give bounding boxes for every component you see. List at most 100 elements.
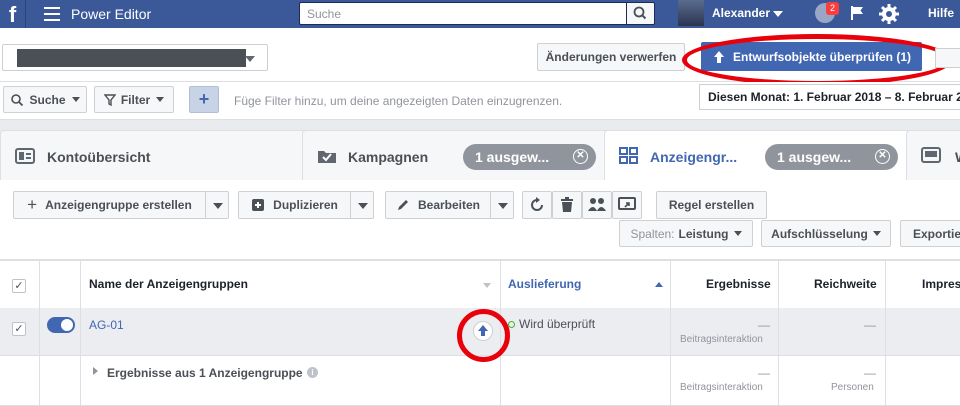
summary-reach-metric-label: Personen (831, 382, 874, 393)
row-status-toggle[interactable] (47, 317, 75, 333)
chevron-down-icon[interactable] (483, 283, 491, 288)
tab-campaigns[interactable]: Kampagnen 1 ausgew... ✕ (302, 130, 612, 180)
create-rule-button[interactable]: Regel erstellen (656, 191, 767, 219)
tab-ads[interactable]: W (906, 130, 960, 180)
columns-label: Spalten: (630, 226, 675, 241)
funnel-icon (103, 93, 116, 106)
chevron-right-icon[interactable] (93, 367, 98, 375)
tab-label: Kontoübersicht (47, 149, 151, 165)
results-metric-label: Beitragsinteraktion (680, 334, 763, 345)
filter-hint: Füge Filter hinzu, um deine angezeigten … (234, 94, 563, 108)
info-icon[interactable]: i (307, 367, 318, 378)
column-header-delivery[interactable]: Auslieferung (508, 277, 581, 291)
divider (0, 260, 960, 261)
breakdown-dropdown[interactable]: Aufschlüsselung (761, 220, 891, 247)
discard-changes-button[interactable]: Änderungen verwerfen (537, 43, 685, 71)
tab-label: W (955, 149, 960, 165)
selection-pill[interactable]: 1 ausgew... ✕ (463, 144, 596, 170)
date-range-picker[interactable]: Diesen Monat: 1. Februar 2018 – 8. Febru… (699, 84, 960, 110)
search-input[interactable]: Suche (299, 2, 627, 25)
create-ad-set-label: Anzeigengruppe erstellen (45, 198, 192, 212)
columns-dropdown[interactable]: Spalten: Leistung (619, 220, 753, 247)
status-dot (508, 321, 515, 328)
folder-icon (318, 151, 336, 163)
filter-button[interactable]: Filter (94, 86, 174, 113)
help-link[interactable]: Hilfe (928, 6, 954, 20)
close-icon[interactable]: ✕ (875, 149, 890, 164)
select-all-checkbox[interactable]: ✓ (12, 279, 26, 293)
chevron-down-icon (733, 231, 742, 236)
ad-sets-table: ✓ Name der Anzeigengruppen Auslieferung … (0, 260, 960, 406)
divider (0, 355, 960, 356)
top-bar: f Power Editor Suche Alexander 2 Hilfe (0, 0, 960, 28)
review-drafts-button[interactable]: Entwurfsobjekte überprüfen (1) (701, 42, 922, 71)
ab-test-button[interactable] (582, 191, 612, 219)
preview-button[interactable] (612, 191, 642, 219)
summary-row-label: Ergebnisse aus 1 Anzeigengruppe (107, 366, 303, 380)
app-title: Power Editor (71, 6, 152, 22)
selection-pill-label: 1 ausgew... (475, 149, 550, 165)
user-name[interactable]: Alexander (712, 6, 770, 20)
ad-icon (921, 147, 941, 163)
selection-pill[interactable]: 1 ausgew... ✕ (765, 144, 898, 170)
edit-button[interactable]: Bearbeiten (385, 191, 491, 219)
refresh-icon (531, 197, 543, 211)
summary-results-value: — (758, 366, 770, 380)
row-checkbox[interactable]: ✓ (12, 322, 26, 336)
refresh-button[interactable] (522, 191, 552, 219)
edit-dropdown-button[interactable] (490, 191, 514, 219)
sort-ascending-icon[interactable] (655, 282, 663, 287)
duplicate-button[interactable]: Duplizieren (238, 191, 351, 219)
settings-button[interactable] (935, 48, 960, 68)
account-name-redacted (17, 49, 246, 67)
summary-results-metric-label: Beitragsinteraktion (680, 382, 763, 393)
search-icon (633, 6, 647, 20)
facebook-logo[interactable]: f (0, 0, 26, 28)
chevron-down-icon (245, 56, 255, 62)
gear-icon[interactable] (878, 3, 900, 25)
chevron-down-icon (872, 231, 881, 236)
edit-label: Bearbeiten (417, 198, 481, 212)
column-header-results[interactable]: Ergebnisse (706, 277, 771, 291)
tab-account-overview[interactable]: Kontoübersicht (0, 130, 310, 180)
upload-arrow-icon (478, 325, 488, 336)
divider (80, 260, 81, 406)
tab-ad-sets[interactable]: Anzeigengr... 1 ausgew... ✕ (604, 130, 914, 180)
reach-value: — (864, 318, 876, 332)
notification-badge: 2 (826, 2, 839, 15)
preview-icon (618, 197, 636, 210)
ad-set-name-link[interactable]: AG-01 (89, 318, 124, 332)
close-icon[interactable]: ✕ (573, 149, 588, 164)
column-header-impressions[interactable]: Impres (922, 277, 960, 291)
breakdown-label: Aufschlüsselung (771, 226, 868, 241)
account-overview-icon (15, 148, 35, 164)
export-button[interactable]: Exportie (900, 220, 960, 247)
column-header-reach[interactable]: Reichweite (814, 277, 877, 291)
search-button[interactable] (627, 2, 655, 25)
divider (500, 260, 501, 406)
review-drafts-label: Entwurfsobjekte überprüfen (1) (732, 49, 911, 64)
pencil-icon (397, 200, 408, 210)
columns-value: Leistung (678, 226, 729, 241)
duplicate-dropdown-button[interactable] (350, 191, 374, 219)
trash-icon (561, 197, 573, 212)
search-icon (11, 93, 24, 106)
flag-icon[interactable] (849, 5, 865, 21)
delete-button[interactable] (552, 191, 582, 219)
duplicate-label: Duplizieren (273, 198, 338, 212)
create-ad-set-button[interactable]: + Anzeigengruppe erstellen (13, 191, 206, 219)
search-filter-button[interactable]: Suche (3, 86, 87, 113)
add-filter-button[interactable]: + (189, 86, 219, 113)
hamburger-icon[interactable] (44, 7, 60, 21)
duplicate-icon (252, 199, 265, 211)
avatar[interactable] (678, 0, 704, 26)
divider (39, 260, 40, 406)
create-dropdown-button[interactable] (205, 191, 229, 219)
column-header-name[interactable]: Name der Anzeigengruppen (89, 277, 248, 291)
chevron-down-icon[interactable] (773, 11, 783, 17)
draft-upload-icon[interactable] (473, 321, 493, 341)
upload-arrow-icon (713, 50, 724, 63)
plus-icon: + (27, 195, 38, 214)
chevron-down-icon (71, 97, 80, 102)
account-selector[interactable] (2, 44, 268, 71)
